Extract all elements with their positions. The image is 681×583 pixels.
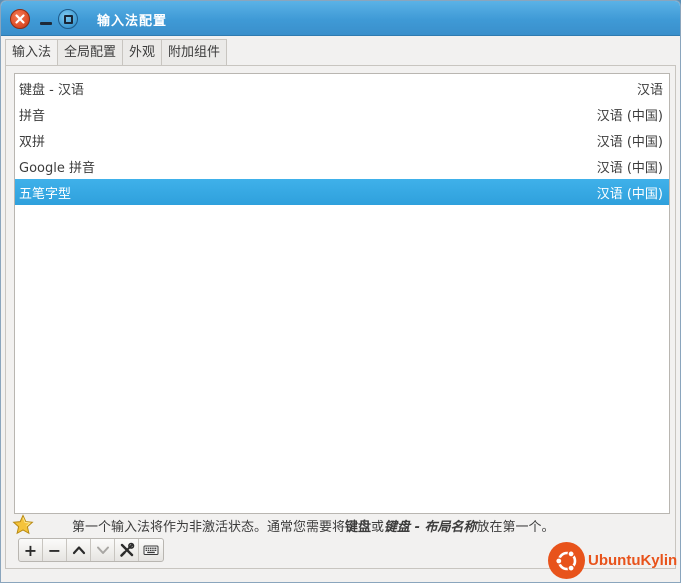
tab-panel: 键盘 - 汉语 汉语 拼音 汉语 (中国) 双拼 汉语 (中国) Google … [5, 65, 676, 569]
input-method-name: Google 拼音 [19, 160, 95, 176]
close-button[interactable] [10, 9, 30, 29]
tab-bar: 输入法 全局配置 外观 附加组件 [5, 39, 228, 67]
ubuntu-logo-icon [548, 542, 585, 579]
close-icon [15, 14, 25, 24]
configure-button[interactable] [115, 539, 139, 561]
input-method-config-window: 输入法配置 输入法 全局配置 外观 附加组件 键盘 - 汉语 汉语 拼音 汉语 … [0, 0, 681, 583]
tab-input-methods[interactable]: 输入法 [5, 39, 59, 67]
input-method-name: 五笔字型 [19, 186, 72, 202]
input-method-language: 汉语 (中国) [596, 134, 663, 150]
keyboard-layout-button[interactable] [139, 539, 163, 561]
add-button[interactable]: + [19, 539, 43, 561]
input-method-toolbar: + − [18, 538, 164, 562]
tab-appearance[interactable]: 外观 [123, 39, 163, 66]
minimize-button[interactable] [36, 9, 56, 29]
minimize-icon [40, 21, 52, 25]
star-icon [12, 514, 34, 535]
input-method-name: 键盘 - 汉语 [19, 82, 84, 98]
input-method-name: 双拼 [19, 134, 46, 150]
titlebar: 输入法配置 [1, 1, 680, 36]
input-method-language: 汉语 (中国) [596, 186, 663, 202]
watermark-text: UbuntuKylin [588, 552, 678, 569]
hint-bar: 第一个输入法将作为非激活状态。通常您需要将键盘或键盘 - 布局名称放在第一个。 [12, 514, 672, 536]
input-method-name: 拼音 [19, 108, 46, 124]
tab-addons[interactable]: 附加组件 [162, 39, 228, 66]
list-item[interactable]: Google 拼音 汉语 (中国) [15, 153, 669, 179]
tab-global-config[interactable]: 全局配置 [58, 39, 124, 66]
input-method-list[interactable]: 键盘 - 汉语 汉语 拼音 汉语 (中国) 双拼 汉语 (中国) Google … [14, 73, 670, 514]
input-method-language: 汉语 [636, 82, 663, 98]
window-title: 输入法配置 [97, 14, 168, 29]
chevron-up-icon [72, 546, 85, 555]
tools-icon [119, 542, 134, 557]
list-item[interactable]: 拼音 汉语 (中国) [15, 101, 669, 127]
list-item-selected[interactable]: 五笔字型 汉语 (中国) [15, 179, 669, 205]
remove-button[interactable]: − [43, 539, 67, 561]
list-item[interactable]: 双拼 汉语 (中国) [15, 127, 669, 153]
hint-text: 第一个输入法将作为非激活状态。通常您需要将键盘或键盘 - 布局名称放在第一个。 [72, 520, 555, 535]
maximize-icon [63, 14, 73, 24]
input-method-language: 汉语 (中国) [596, 108, 663, 124]
move-up-button[interactable] [67, 539, 91, 561]
keyboard-icon [143, 545, 159, 555]
list-item[interactable]: 键盘 - 汉语 汉语 [15, 75, 669, 101]
chevron-down-icon [96, 546, 109, 554]
input-method-language: 汉语 (中国) [596, 160, 663, 176]
ubuntukylin-watermark: UbuntuKylin [548, 542, 677, 579]
maximize-button[interactable] [58, 9, 78, 29]
move-down-button[interactable] [91, 539, 115, 561]
